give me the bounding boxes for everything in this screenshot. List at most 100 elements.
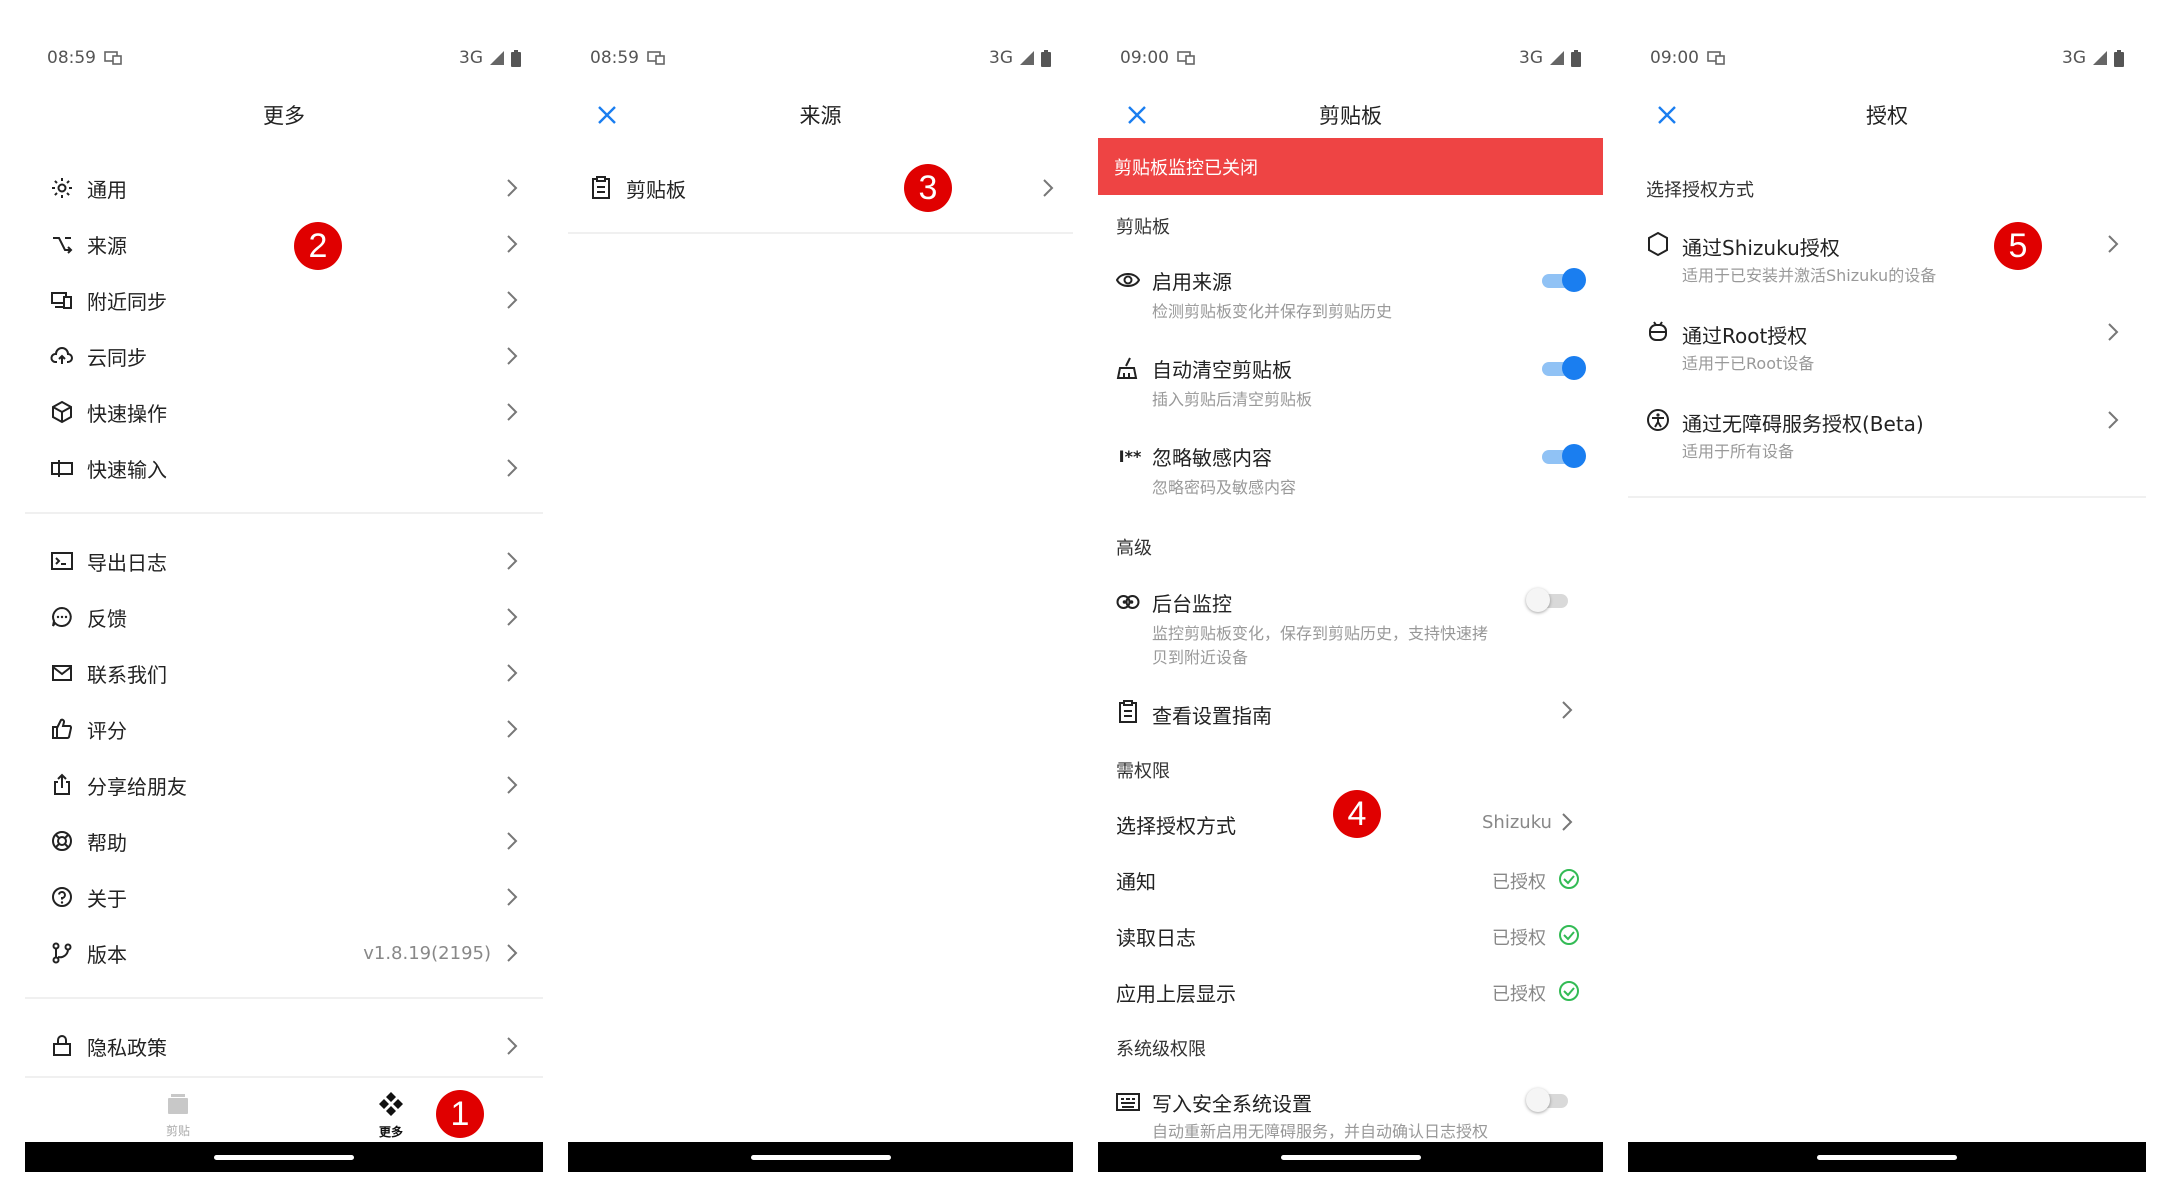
menu-item-about[interactable]: 关于 [25,869,543,925]
monitor-off-banner: 剪贴板监控已关闭 [1098,138,1603,195]
tab-clip[interactable]: 剪贴 [138,1080,218,1150]
status-bar: 08:59 3G [568,40,1073,76]
menu-item-cloud-sync[interactable]: 云同步 [25,328,543,384]
option-subtitle: 适用于所有设备 [1682,442,1795,461]
close-button[interactable] [590,98,624,132]
status-bar: 08:59 3G [25,40,543,76]
chevron-right-icon [507,179,518,197]
source-item-clipboard[interactable]: 剪贴板 [568,160,1073,216]
chevron-right-icon [2108,323,2119,341]
setting-subtitle-line2: 贝到附近设备 [1152,648,1249,667]
home-indicator[interactable] [1280,1155,1421,1160]
title-bar: 剪贴板 [1098,90,1603,140]
setting-title: 读取日志 [1116,926,1196,950]
tab-label: 更多 [378,1124,403,1139]
terminal-icon [49,548,75,574]
option-subtitle: 适用于已安装并激活Shizuku的设备 [1682,266,1937,285]
chevron-right-icon [507,1037,518,1055]
menu-label: 快速输入 [87,457,167,482]
background-monitor-toggle[interactable] [1526,588,1570,612]
write-secure-toggle[interactable] [1526,1088,1570,1112]
clipboard-icon [588,175,614,201]
menu-item-version[interactable]: 版本 v1.8.19(2195) [25,925,543,981]
chevron-right-icon [1562,813,1573,831]
network-type: 3G [989,48,1013,68]
section-header-advanced: 高级 [1116,538,1152,559]
menu-item-feedback[interactable]: 反馈 [25,589,543,645]
auth-option-root[interactable]: 通过Root授权 适用于已Root设备 [1628,318,2146,388]
eye-icon [1114,266,1142,294]
broom-icon [1114,354,1142,382]
system-nav-bar [25,1142,543,1172]
menu-item-quick-action[interactable]: 快速操作 [25,384,543,440]
setting-title: 应用上层显示 [1116,982,1236,1006]
auth-option-shizuku[interactable]: 通过Shizuku授权 适用于已安装并激活Shizuku的设备 [1628,230,2146,300]
ignore-sensitive-toggle[interactable] [1540,444,1586,468]
menu-item-source[interactable]: 来源 [25,216,543,272]
permission-overlay[interactable]: 应用上层显示 已授权 [1098,968,1603,1012]
menu-label: 隐私政策 [87,1035,167,1060]
setting-subtitle: 插入剪贴后清空剪贴板 [1152,390,1313,409]
setting-title: 自动清空剪贴板 [1152,358,1292,382]
battery-icon [1041,49,1051,67]
status-time: 09:00 [1120,48,1169,68]
menu-item-nearby-sync[interactable]: 附近同步 [25,272,543,328]
screen-cast-icon [1707,51,1725,65]
gear-icon [49,175,75,201]
permission-notification[interactable]: 通知 已授权 [1098,856,1603,900]
setting-view-guide[interactable]: 查看设置指南 [1098,690,1603,734]
divider [25,512,543,514]
chat-bubble-icon [49,604,75,630]
divider [1628,496,2146,498]
clipboard-icon [1114,698,1142,726]
menu-item-contact[interactable]: 联系我们 [25,645,543,701]
close-button[interactable] [1120,98,1154,132]
signal-icon [490,51,504,65]
menu-item-help[interactable]: 帮助 [25,813,543,869]
section-header-system: 系统级权限 [1116,1039,1206,1060]
option-subtitle: 适用于已Root设备 [1682,354,1815,373]
screen-cast-icon [647,51,665,65]
setting-ignore-sensitive[interactable]: I** 忽略敏感内容 忽略密码及敏感内容 [1098,438,1603,508]
menu-item-export-log[interactable]: 导出日志 [25,533,543,589]
menu-item-general[interactable]: 通用 [25,160,543,216]
auth-option-accessibility[interactable]: 通过无障碍服务授权(Beta) 适用于所有设备 [1628,406,2146,476]
menu-item-privacy[interactable]: 隐私政策 [25,1018,543,1074]
menu-item-share[interactable]: 分享给朋友 [25,757,543,813]
setting-enable-source[interactable]: 启用来源 检测剪贴板变化并保存到剪贴历史 [1098,262,1603,332]
close-icon [1128,106,1146,124]
option-title: 通过无障碍服务授权(Beta) [1682,412,1924,436]
divider [25,997,543,999]
chevron-right-icon [507,888,518,906]
setting-title: 查看设置指南 [1152,704,1272,728]
screen-more: 08:59 3G 更多 通用 来源 附近同步 云同步 快速操作 快速输入 导出日… [25,0,543,1200]
setting-background-monitor[interactable]: 后台监控 监控剪贴板变化，保存到剪贴历史，支持快速拷 贝到附近设备 [1098,586,1603,676]
screen-authorization: 09:00 3G 授权 选择授权方式 通过Shizuku授权 适用于已安装并激活… [1628,0,2146,1200]
section-header-auth: 选择授权方式 [1646,180,1754,201]
step-badge-5: 5 [1994,222,2042,270]
cube-icon [49,399,75,425]
tab-more[interactable]: 更多 [351,1080,431,1150]
home-indicator[interactable] [750,1155,891,1160]
home-indicator[interactable] [214,1155,354,1160]
chevron-right-icon [507,552,518,570]
setting-auto-clear[interactable]: 自动清空剪贴板 插入剪贴后清空剪贴板 [1098,350,1603,420]
devices-icon [49,287,75,313]
close-button[interactable] [1650,98,1684,132]
auto-clear-toggle[interactable] [1540,356,1586,380]
setting-write-secure[interactable]: 写入安全系统设置 自动重新启用无障碍服务，并自动确认日志授权 [1098,1088,1603,1148]
check-circle-icon [1559,925,1579,945]
menu-item-rate[interactable]: 评分 [25,701,543,757]
chevron-right-icon [507,832,518,850]
enable-source-toggle[interactable] [1540,268,1586,292]
permission-read-log[interactable]: 读取日志 已授权 [1098,912,1603,956]
menu-item-quick-input[interactable]: 快速输入 [25,440,543,496]
home-indicator[interactable] [1817,1155,1957,1160]
menu-label: 版本 [87,942,127,967]
battery-icon [511,49,521,67]
menu-label: 剪贴板 [626,177,686,202]
status-time: 08:59 [47,48,96,68]
step-badge-3: 3 [904,164,952,212]
menu-label: 反馈 [87,606,127,631]
lifebuoy-icon [49,828,75,854]
